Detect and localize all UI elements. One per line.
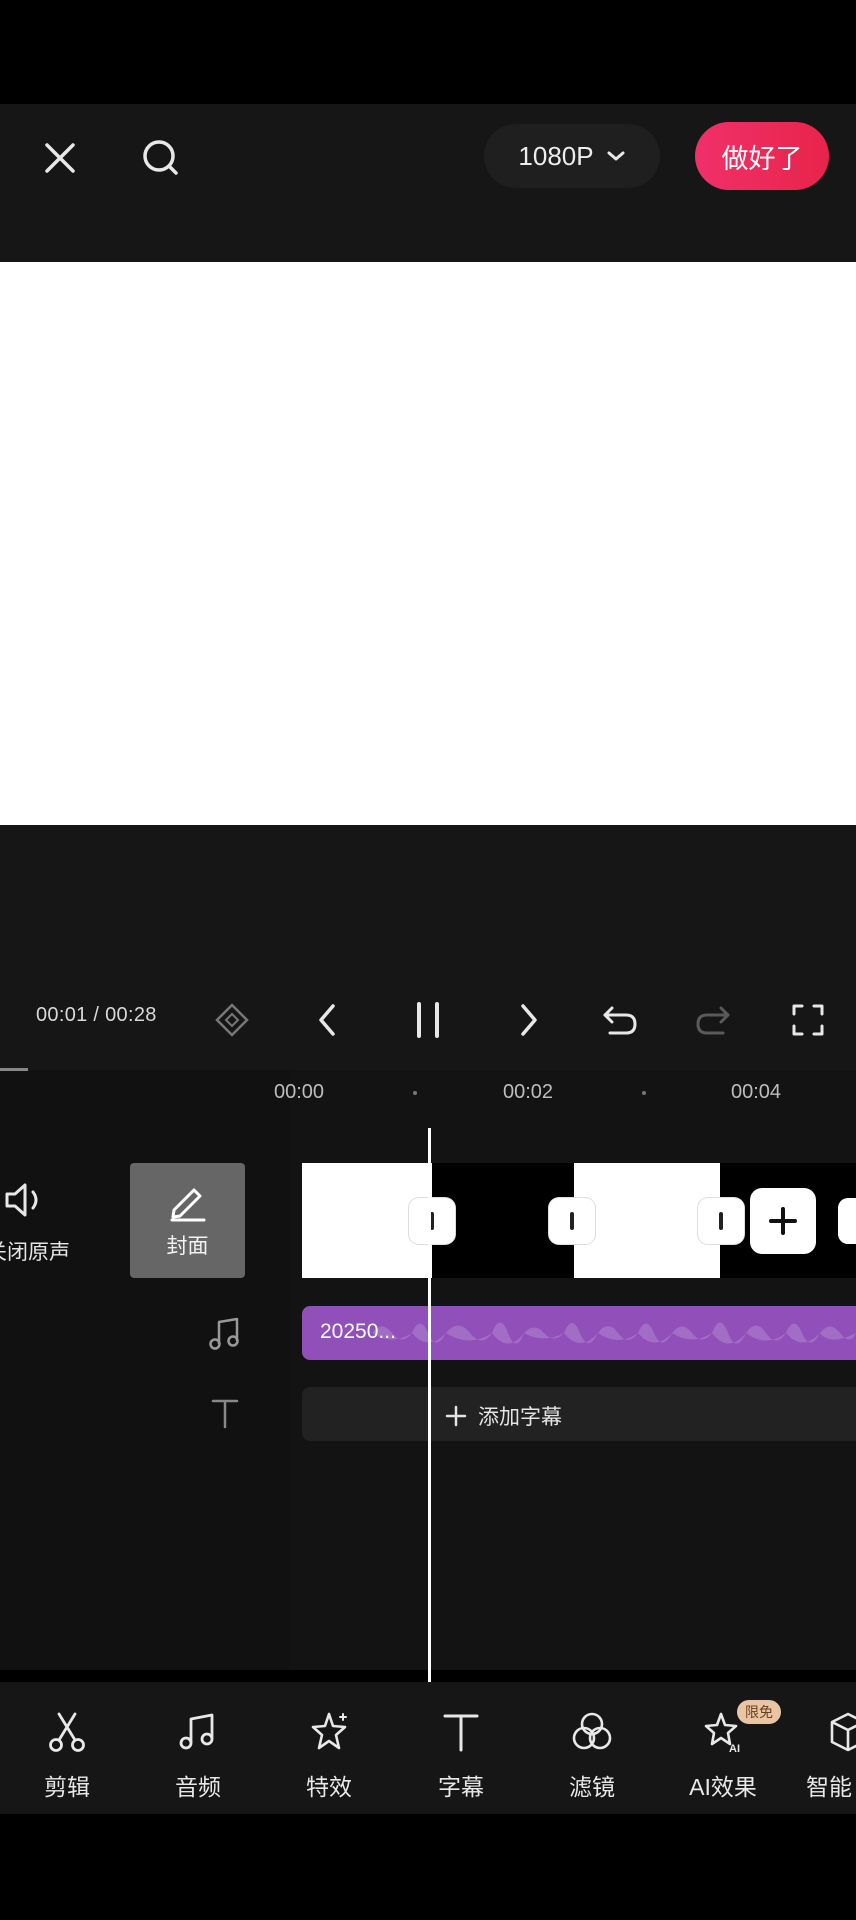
tool-label: 滤镜	[569, 1774, 615, 1800]
svg-text:AI: AI	[729, 1743, 740, 1754]
transition-handle[interactable]	[409, 1198, 455, 1244]
music-note-icon	[176, 1710, 220, 1754]
add-subtitle-label: 添加字幕	[478, 1406, 562, 1429]
tool-effects[interactable]: 特效	[274, 1710, 384, 1802]
mute-original-sound-label: 关闭原声	[0, 1241, 70, 1264]
cover-label: 封面	[166, 1234, 209, 1258]
transition-handle[interactable]	[838, 1198, 856, 1244]
redo-icon[interactable]	[683, 988, 743, 1052]
audio-waveform	[372, 1322, 856, 1344]
sparkle-star-icon	[307, 1710, 351, 1754]
previous-frame-icon[interactable]	[298, 988, 358, 1052]
chevron-down-icon	[607, 151, 625, 161]
subtitle-track[interactable]: 添加字幕	[302, 1387, 856, 1441]
keyframe-icon[interactable]	[202, 988, 262, 1052]
tool-audio[interactable]: 音频	[143, 1710, 253, 1802]
text-t-icon	[205, 1393, 245, 1433]
ruler-tick	[413, 1091, 417, 1095]
add-subtitle-button[interactable]: 添加字幕	[444, 1401, 562, 1431]
ruler-label: 00:04	[731, 1081, 782, 1103]
undo-icon[interactable]	[590, 988, 650, 1052]
cube-icon	[826, 1710, 856, 1754]
pause-icon[interactable]	[398, 988, 458, 1052]
resolution-label: 1080P	[518, 140, 594, 171]
bottom-black-band	[0, 1814, 856, 1920]
tool-label: 特效	[306, 1774, 352, 1800]
done-button[interactable]: 做好了	[695, 122, 829, 190]
plus-icon	[769, 1207, 797, 1235]
timeline-track-headers	[0, 1070, 290, 1670]
ruler-label: 00:00	[274, 1081, 325, 1103]
tool-label: 剪辑	[44, 1774, 90, 1800]
progress-strip	[0, 1068, 28, 1071]
tool-subtitle[interactable]: 字幕	[406, 1710, 516, 1802]
free-badge: 限免	[737, 1700, 781, 1724]
time-display: 00:01 / 00:28	[36, 1004, 157, 1026]
ruler-tick	[642, 1091, 646, 1095]
transition-handle[interactable]	[549, 1198, 595, 1244]
text-t-icon	[439, 1710, 483, 1754]
playhead[interactable]	[428, 1128, 431, 1686]
top-black-band	[0, 0, 856, 104]
next-frame-icon[interactable]	[498, 988, 558, 1052]
tool-label: AI效果	[689, 1774, 757, 1800]
speaker-icon	[5, 1183, 38, 1217]
plus-icon	[445, 1405, 467, 1427]
close-icon[interactable]	[28, 126, 92, 190]
scissors-icon	[45, 1710, 89, 1754]
cover-button[interactable]: 封面	[130, 1163, 245, 1278]
tool-label: 智能	[806, 1774, 852, 1800]
search-icon[interactable]	[129, 126, 193, 190]
pencil-icon	[170, 1188, 205, 1221]
filter-circles-icon	[570, 1710, 614, 1754]
audio-clip[interactable]: 20250...	[302, 1306, 856, 1360]
resolution-selector[interactable]: 1080P	[484, 124, 660, 188]
ruler-label: 00:02	[503, 1081, 554, 1103]
add-clip-button[interactable]	[750, 1188, 816, 1254]
transition-handle[interactable]	[698, 1198, 744, 1244]
tool-label: 音频	[175, 1774, 221, 1800]
tool-smart[interactable]: 智能	[796, 1710, 856, 1802]
music-note-icon	[205, 1314, 245, 1354]
tool-edit[interactable]: 剪辑	[12, 1710, 122, 1802]
audio-clip-label: 20250...	[320, 1320, 396, 1343]
tool-filters[interactable]: 滤镜	[537, 1710, 647, 1802]
fullscreen-icon[interactable]	[778, 988, 838, 1052]
video-preview[interactable]	[0, 262, 856, 825]
tool-label: 字幕	[438, 1774, 484, 1800]
